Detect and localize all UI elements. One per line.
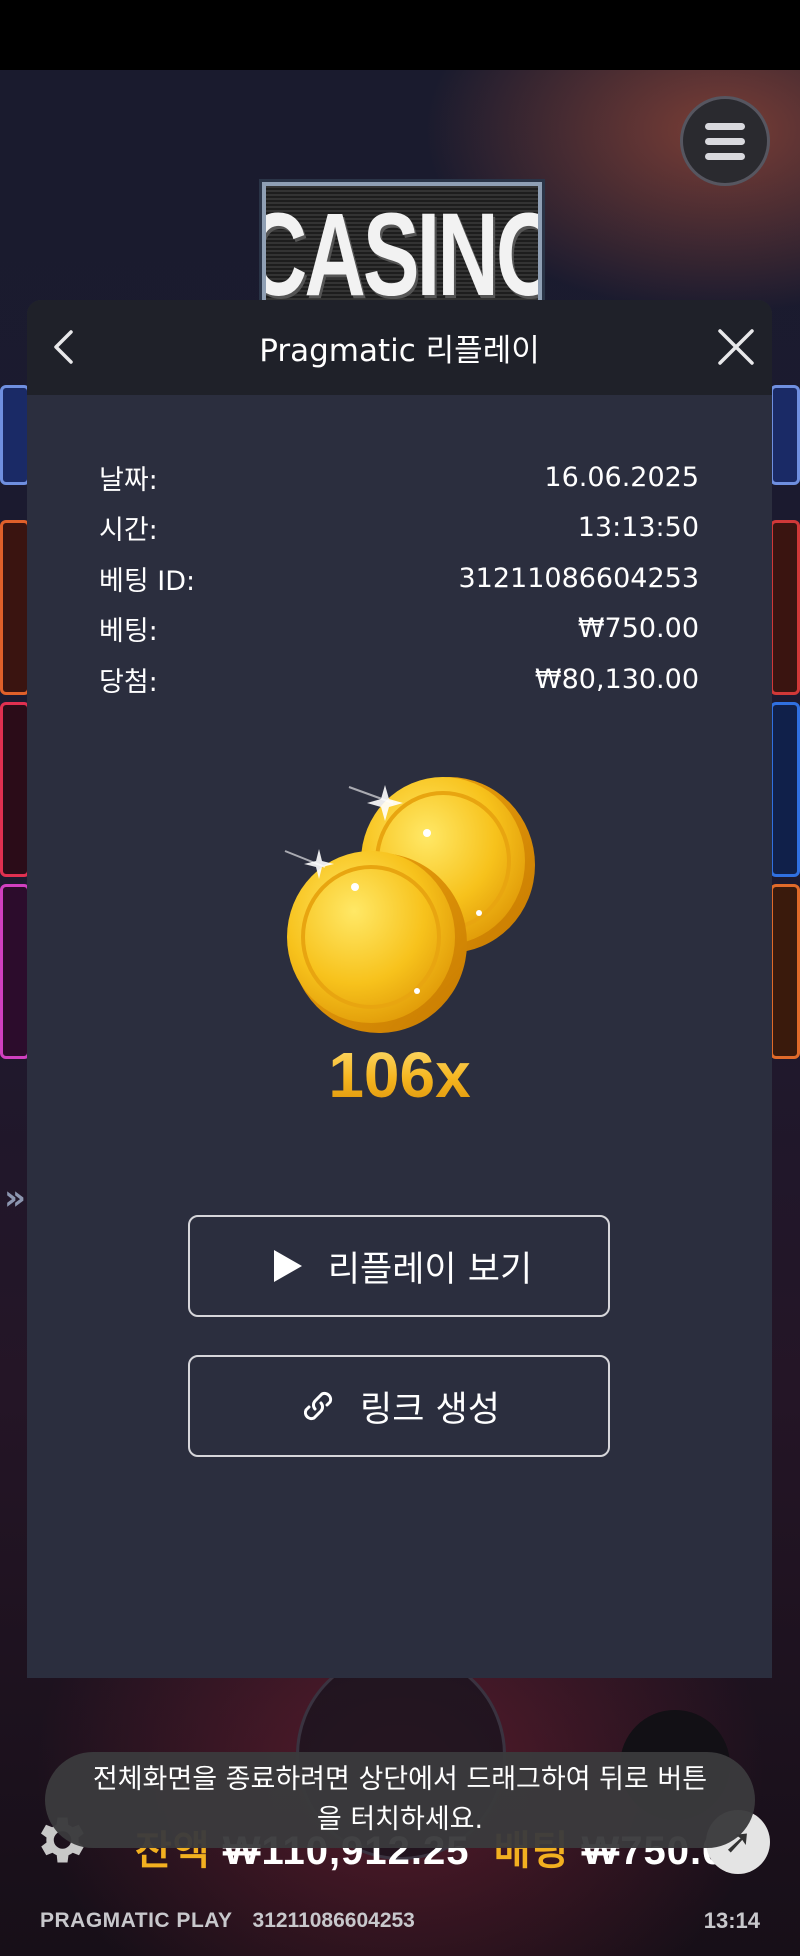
- game-footer: PRAGMATIC PLAY 31211086604253 13:14: [0, 1886, 800, 1956]
- back-arrow-icon[interactable]: [41, 322, 91, 372]
- bet-info-list: 날짜: 16.06.2025 시간: 13:13:50 베팅 ID: 31211…: [99, 452, 699, 705]
- info-label: 날짜:: [99, 464, 158, 496]
- view-replay-label: 리플레이 보기: [327, 1249, 533, 1290]
- info-value: ₩80,130.00: [534, 663, 699, 695]
- view-replay-button[interactable]: 리플레이 보기: [188, 1215, 610, 1317]
- right-reel-edge: [770, 385, 800, 485]
- info-value: 16.06.2025: [544, 461, 699, 493]
- right-reel-edge: [770, 702, 800, 877]
- coins-icon: [284, 777, 535, 1033]
- fullscreen-toast: 전체화면을 종료하려면 상단에서 드래그하여 뒤로 버튼을 터치하세요.: [45, 1752, 755, 1848]
- info-label: 당첨:: [99, 666, 158, 698]
- provider-brand: PRAGMATIC PLAY: [40, 1909, 233, 1932]
- menu-icon-bar: [705, 137, 745, 145]
- info-row-date: 날짜: 16.06.2025: [99, 452, 699, 503]
- left-reel-edge: [0, 520, 30, 695]
- replay-modal: Pragmatic 리플레이 날짜: 16.06.2025 시간: 13:13:…: [27, 300, 772, 1678]
- expand-arrow-icon[interactable]: »: [4, 1178, 26, 1218]
- logo-text: CASINO: [262, 189, 538, 312]
- left-reel-edge: [0, 702, 30, 877]
- info-row-win: 당첨: ₩80,130.00: [99, 654, 699, 705]
- info-label: 베팅:: [99, 616, 158, 648]
- info-row-bet: 베팅: ₩750.00: [99, 604, 699, 655]
- game-logo: CASINO: [262, 182, 542, 312]
- win-multiplier: 106x: [27, 1038, 772, 1112]
- left-reel-edge: [0, 385, 30, 485]
- info-value: ₩750.00: [577, 613, 699, 645]
- create-link-button[interactable]: 링크 생성: [188, 1355, 610, 1457]
- game-menu-button[interactable]: [680, 96, 770, 186]
- link-icon: [304, 1391, 333, 1421]
- clock: 13:14: [703, 1908, 760, 1933]
- modal-header: Pragmatic 리플레이: [27, 300, 772, 395]
- right-reel-edge: [770, 884, 800, 1059]
- info-value: 13:13:50: [577, 512, 699, 544]
- right-reel-edge: [770, 520, 800, 695]
- create-link-label: 링크 생성: [360, 1389, 500, 1430]
- modal-title: Pragmatic 리플레이: [259, 333, 540, 369]
- info-row-time: 시간: 13:13:50: [99, 503, 699, 554]
- round-id: 31211086604253: [252, 1909, 415, 1932]
- close-icon[interactable]: [711, 322, 761, 372]
- info-label: 베팅 ID:: [99, 565, 196, 597]
- left-reel-edge: [0, 884, 30, 1059]
- info-row-bet-id: 베팅 ID: 31211086604253: [99, 553, 699, 604]
- toast-message: 전체화면을 종료하려면 상단에서 드래그하여 뒤로 버튼을 터치하세요.: [92, 1764, 708, 1835]
- menu-icon-bar: [705, 152, 745, 160]
- info-value: 31211086604253: [458, 562, 700, 594]
- play-icon: [273, 1250, 302, 1282]
- info-label: 시간:: [99, 515, 158, 547]
- menu-icon-bar: [705, 122, 745, 130]
